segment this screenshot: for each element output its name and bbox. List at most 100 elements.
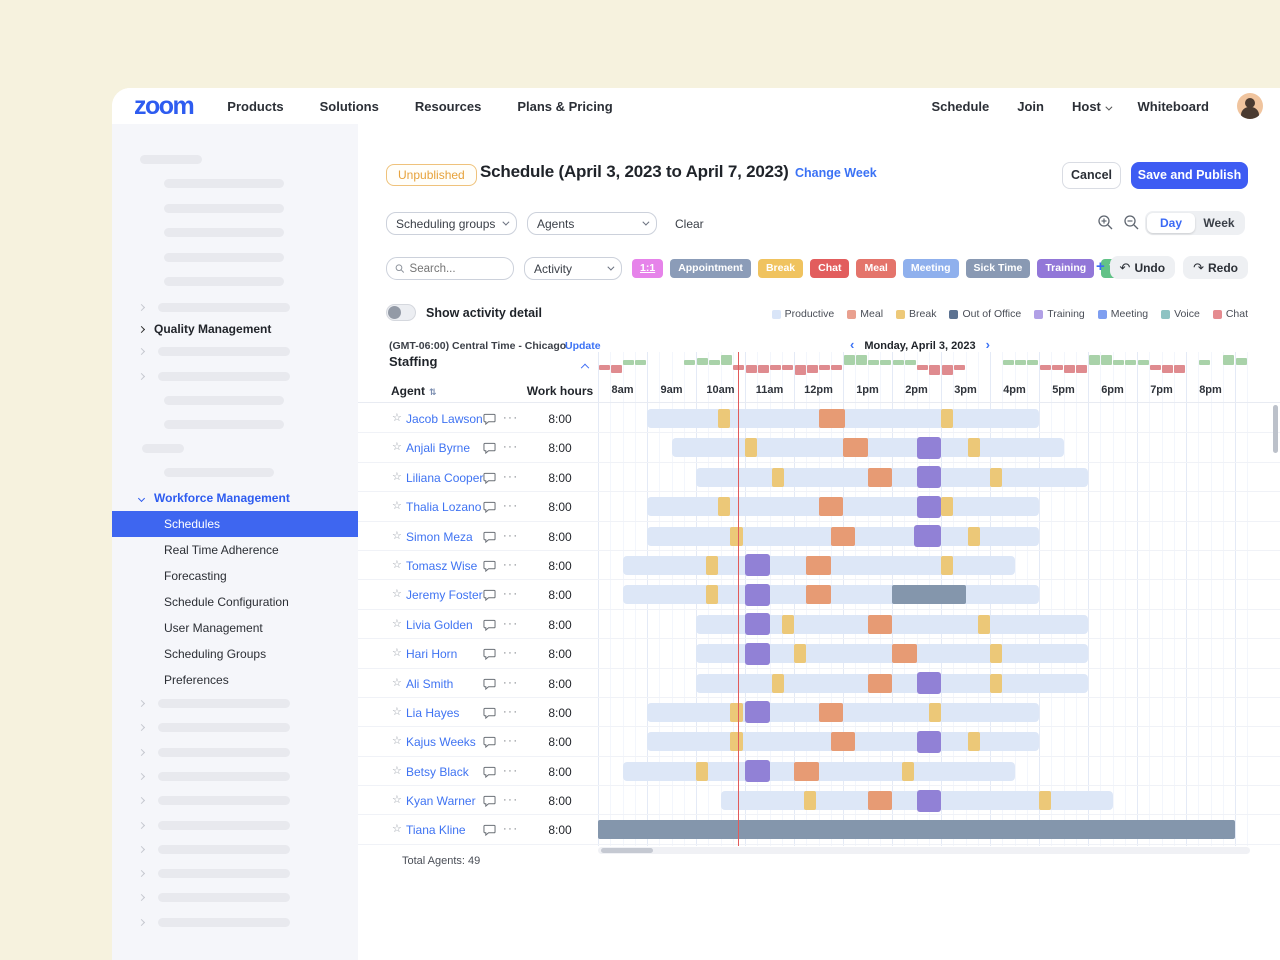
favorite-star-icon[interactable]: ☆ — [392, 822, 402, 835]
timezone-update-link[interactable]: Update — [565, 340, 601, 352]
sidebar-item-scheduling-groups[interactable]: Scheduling Groups — [112, 641, 358, 667]
zoom-out-icon[interactable] — [1123, 214, 1140, 231]
row-menu-button[interactable]: ··· — [503, 530, 519, 542]
break-segment[interactable] — [968, 438, 980, 457]
row-menu-button[interactable]: ··· — [503, 471, 519, 483]
break-segment[interactable] — [794, 644, 806, 663]
search-input[interactable] — [410, 263, 505, 275]
sidebar-item-real-time-adherence[interactable]: Real Time Adherence — [112, 537, 358, 563]
nav-resources[interactable]: Resources — [415, 99, 481, 114]
chat-bubble-icon[interactable] — [483, 471, 496, 489]
break-segment[interactable] — [968, 732, 980, 751]
agent-name-link[interactable]: Livia Golden — [406, 618, 473, 632]
nav-host[interactable]: Host — [1072, 99, 1110, 114]
sidebar-item-user-management[interactable]: User Management — [112, 615, 358, 641]
chat-bubble-icon[interactable] — [483, 412, 496, 430]
break-segment[interactable] — [978, 615, 990, 634]
break-segment[interactable] — [902, 762, 914, 781]
shift-bar[interactable] — [623, 762, 1015, 781]
favorite-star-icon[interactable]: ☆ — [392, 587, 402, 600]
previous-day-arrow[interactable]: ‹ — [840, 337, 864, 352]
favorite-star-icon[interactable]: ☆ — [392, 734, 402, 747]
break-segment[interactable] — [941, 556, 953, 575]
break-segment[interactable] — [745, 438, 757, 457]
chat-bubble-icon[interactable] — [483, 441, 496, 459]
chat-bubble-icon[interactable] — [483, 794, 496, 812]
favorite-star-icon[interactable]: ☆ — [392, 411, 402, 424]
sidebar-item-schedules[interactable]: Schedules — [112, 511, 358, 537]
favorite-star-icon[interactable]: ☆ — [392, 617, 402, 630]
chat-bubble-icon[interactable] — [483, 559, 496, 577]
meal-segment[interactable] — [892, 644, 917, 663]
favorite-star-icon[interactable]: ☆ — [392, 646, 402, 659]
meal-segment[interactable] — [868, 791, 893, 810]
meal-segment[interactable] — [868, 468, 893, 487]
sidebar-item-schedule-configuration[interactable]: Schedule Configuration — [112, 589, 358, 615]
zoom-in-icon[interactable] — [1097, 214, 1114, 231]
show-activity-detail-toggle[interactable] — [386, 304, 416, 321]
row-menu-button[interactable]: ··· — [503, 677, 519, 689]
meeting-segment[interactable] — [745, 584, 770, 606]
meal-segment[interactable] — [831, 732, 856, 751]
agent-name-link[interactable]: Liliana Cooper — [406, 471, 483, 485]
chat-bubble-icon[interactable] — [483, 677, 496, 695]
favorite-star-icon[interactable]: ☆ — [392, 440, 402, 453]
chat-bubble-icon[interactable] — [483, 530, 496, 548]
ooo-segment[interactable] — [892, 585, 966, 604]
shift-bar[interactable] — [696, 674, 1088, 693]
favorite-star-icon[interactable]: ☆ — [392, 470, 402, 483]
nav-products[interactable]: Products — [227, 99, 283, 114]
chat-bubble-icon[interactable] — [483, 647, 496, 665]
favorite-star-icon[interactable]: ☆ — [392, 529, 402, 542]
agent-name-link[interactable]: Lia Hayes — [406, 706, 459, 720]
break-segment[interactable] — [696, 762, 708, 781]
agent-name-link[interactable]: Thalia Lozano — [406, 500, 481, 514]
nav-schedule[interactable]: Schedule — [931, 99, 989, 114]
break-segment[interactable] — [941, 409, 953, 428]
row-menu-button[interactable]: ··· — [503, 706, 519, 718]
meal-segment[interactable] — [831, 527, 856, 546]
chat-bubble-icon[interactable] — [483, 823, 496, 841]
meal-segment[interactable] — [806, 556, 831, 575]
chat-bubble-icon[interactable] — [483, 500, 496, 518]
row-menu-button[interactable]: ··· — [503, 559, 519, 571]
activity-chip-sick-time[interactable]: Sick Time — [966, 259, 1031, 278]
sidebar-item-preferences[interactable]: Preferences — [112, 667, 358, 693]
break-segment[interactable] — [772, 674, 784, 693]
favorite-star-icon[interactable]: ☆ — [392, 558, 402, 571]
break-segment[interactable] — [730, 703, 742, 722]
activity-chip-chat[interactable]: Chat — [810, 259, 849, 278]
horizontal-scrollbar[interactable] — [598, 847, 1250, 854]
break-segment[interactable] — [941, 497, 953, 516]
meal-segment[interactable] — [868, 674, 893, 693]
break-segment[interactable] — [706, 585, 718, 604]
meeting-segment[interactable] — [917, 672, 942, 694]
zoom-logo[interactable]: zoom — [134, 94, 193, 119]
activity-dropdown[interactable]: Activity — [524, 257, 622, 280]
sidebar-item-forecasting[interactable]: Forecasting — [112, 563, 358, 589]
save-and-publish-button[interactable]: Save and Publish — [1131, 162, 1248, 189]
user-avatar[interactable] — [1237, 93, 1263, 119]
row-menu-button[interactable]: ··· — [503, 647, 519, 659]
activity-chip-meal[interactable]: Meal — [856, 259, 895, 278]
row-menu-button[interactable]: ··· — [503, 500, 519, 512]
break-segment[interactable] — [929, 703, 941, 722]
scheduling-groups-dropdown[interactable]: Scheduling groups — [386, 212, 517, 235]
break-segment[interactable] — [718, 409, 730, 428]
row-menu-button[interactable]: ··· — [503, 618, 519, 630]
break-segment[interactable] — [990, 644, 1002, 663]
collapse-staffing-chevron[interactable] — [582, 355, 588, 373]
favorite-star-icon[interactable]: ☆ — [392, 705, 402, 718]
week-tab[interactable]: Week — [1195, 213, 1243, 233]
activity-chip-break[interactable]: Break — [758, 259, 803, 278]
sidebar-item-quality-management[interactable]: Quality Management — [154, 322, 271, 336]
activity-chip-meeting[interactable]: Meeting — [903, 259, 959, 278]
meeting-segment[interactable] — [914, 525, 941, 547]
agent-name-link[interactable]: Ali Smith — [406, 677, 453, 691]
nav-whiteboard[interactable]: Whiteboard — [1138, 99, 1210, 114]
nav-plans-pricing[interactable]: Plans & Pricing — [517, 99, 612, 114]
shift-bar[interactable] — [672, 438, 1064, 457]
agent-name-link[interactable]: Jeremy Foster — [406, 588, 483, 602]
chat-bubble-icon[interactable] — [483, 706, 496, 724]
nav-join[interactable]: Join — [1017, 99, 1044, 114]
